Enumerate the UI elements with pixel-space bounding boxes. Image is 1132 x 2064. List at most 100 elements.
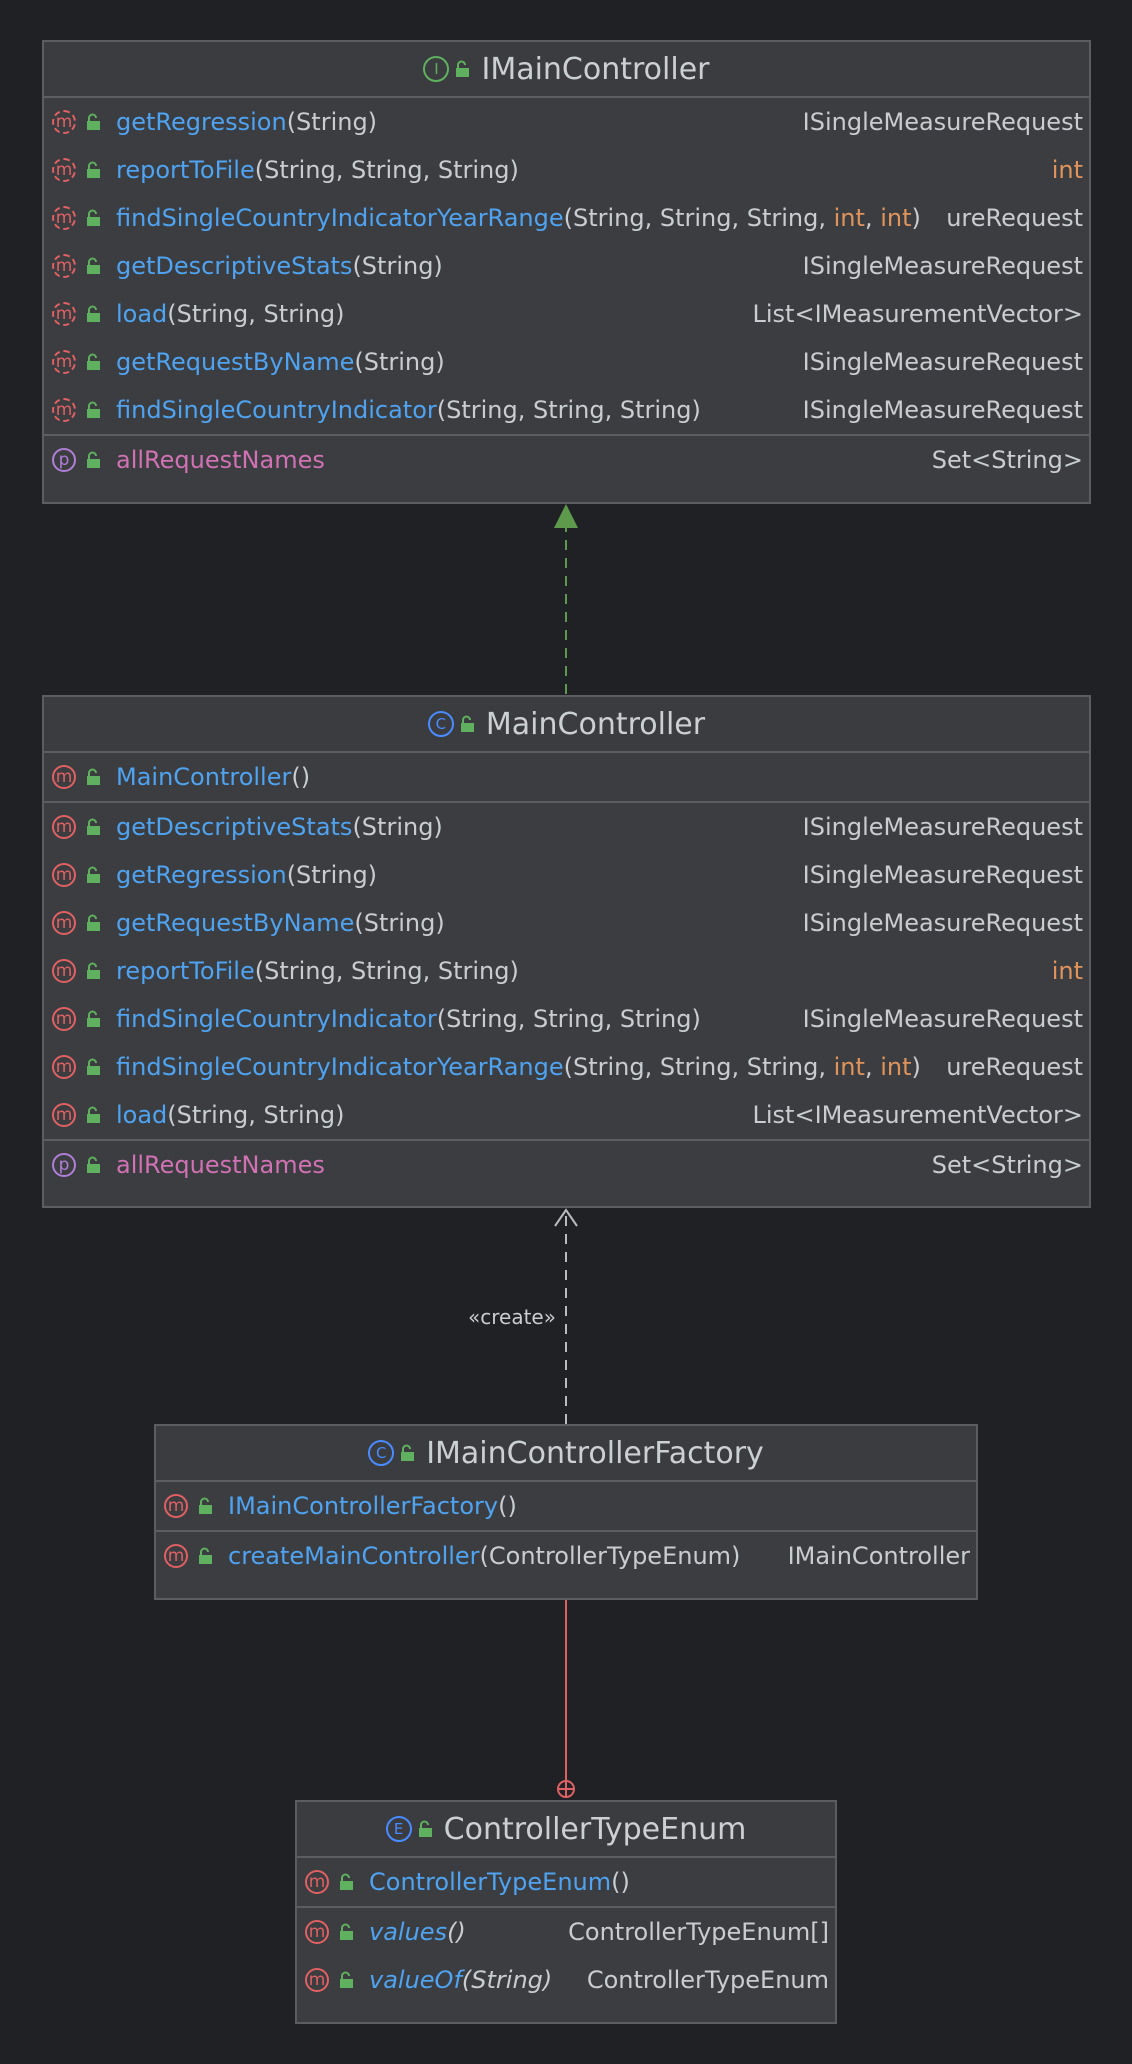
method-row[interactable]: m findSingleCountryIndicator(String, Stri… [44, 995, 1089, 1043]
method-row[interactable]: m findSingleCountryIndicatorYearRange(Str… [44, 194, 1089, 242]
method-row[interactable]: m createMainController(ControllerTypeEnum… [156, 1532, 976, 1580]
public-visibility-icon [87, 113, 100, 130]
public-visibility-icon [340, 1873, 353, 1890]
method-row[interactable]: m getRegression(String) ISingleMeasureRequ… [44, 98, 1089, 146]
member-signature: load(String, String) [116, 1101, 741, 1129]
property-name: allRequestNames [116, 1151, 325, 1179]
return-type: ISingleMeasureRequest [802, 1005, 1083, 1033]
method-row[interactable]: m load(String, String) List<IMeasurementVe… [44, 1091, 1089, 1139]
class-box-maincontroller[interactable]: C MainController m MainController() m getDesc… [42, 695, 1091, 1208]
method-row[interactable]: m reportToFile(String, String, String) int [44, 947, 1089, 995]
member-section: m values() ControllerTypeEnum[] m valueOf(St… [297, 1908, 835, 2004]
method-name: reportToFile [116, 957, 255, 985]
method-row[interactable]: m getRequestByName(String) ISingleMeasureR… [44, 338, 1089, 386]
return-type: ISingleMeasureRequest [802, 909, 1083, 937]
method-params: (String, String) [167, 1101, 345, 1129]
public-visibility-icon [87, 161, 100, 178]
return-type: ISingleMeasureRequest [802, 252, 1083, 280]
public-visibility-icon [87, 1010, 100, 1027]
member-signature: getDescriptiveStats(String) [116, 813, 791, 841]
class-box-imaincontroller[interactable]: I IMainController m getRegression(String) IS… [42, 40, 1091, 504]
property-icon: p [52, 448, 76, 472]
return-type: ureRequest [946, 1053, 1083, 1081]
abstract-method-icon: m [52, 398, 76, 422]
member-signature: allRequestNames [116, 1151, 920, 1179]
public-visibility-icon [87, 866, 100, 883]
property-row[interactable]: p allRequestNames Set<String> [44, 436, 1089, 484]
method-name: findSingleCountryIndicator [116, 396, 437, 424]
method-params: (ControllerTypeEnum) [479, 1542, 741, 1570]
public-visibility-icon [87, 914, 100, 931]
method-params: (String) [352, 252, 443, 280]
return-type: Set<String> [931, 446, 1083, 474]
method-icon: m [52, 765, 76, 789]
method-params: (String) [354, 348, 445, 376]
method-row[interactable]: m findSingleCountryIndicator(String, Stri… [44, 386, 1089, 434]
method-params: () [291, 763, 311, 791]
method-row[interactable]: m MainController() [44, 753, 1089, 801]
public-visibility-icon [87, 818, 100, 835]
member-section: p allRequestNames Set<String> [44, 1141, 1089, 1189]
public-visibility-icon [456, 60, 470, 77]
public-visibility-icon [87, 768, 100, 785]
public-visibility-icon [340, 1923, 353, 1940]
method-name: load [116, 1101, 168, 1129]
method-row[interactable]: m getDescriptiveStats(String) ISingleMeasu… [44, 242, 1089, 290]
method-name: ControllerTypeEnum [369, 1868, 612, 1896]
interface-kind-icon: I [423, 56, 450, 82]
public-visibility-icon [87, 1156, 100, 1173]
property-name: allRequestNames [116, 446, 325, 474]
public-visibility-icon [199, 1547, 212, 1564]
method-row[interactable]: m getRequestByName(String) ISingleMeasureR… [44, 899, 1089, 947]
method-icon: m [52, 815, 76, 839]
method-name: getDescriptiveStats [116, 813, 353, 841]
member-signature: getRequestByName(String) [116, 348, 791, 376]
member-section: m getDescriptiveStats(String) ISingleMeasu… [44, 803, 1089, 1141]
member-section: m ControllerTypeEnum() [297, 1858, 835, 1908]
return-type: ISingleMeasureRequest [802, 348, 1083, 376]
member-signature: allRequestNames [116, 446, 920, 474]
member-signature: getDescriptiveStats(String) [116, 252, 791, 280]
property-icon: p [52, 1153, 76, 1177]
member-signature: valueOf(String) [369, 1966, 575, 1994]
class-header: E ControllerTypeEnum [297, 1802, 835, 1858]
class-name: IMainControllerFactory [426, 1435, 764, 1471]
method-row[interactable]: m getRegression(String) ISingleMeasureRequ… [44, 851, 1089, 899]
method-row[interactable]: m valueOf(String) ControllerTypeEnum [297, 1956, 835, 2004]
method-params: (String, String, String) [254, 156, 519, 184]
method-icon: m [52, 959, 76, 983]
method-params: int [880, 204, 912, 232]
method-icon: m [164, 1544, 188, 1568]
property-row[interactable]: p allRequestNames Set<String> [44, 1141, 1089, 1189]
method-name: reportToFile [116, 156, 255, 184]
create-stereotype-label: «create» [468, 1305, 556, 1329]
method-icon: m [305, 1920, 329, 1944]
method-params: , [864, 1053, 881, 1081]
method-name: values [369, 1918, 448, 1946]
return-type: ControllerTypeEnum [586, 1966, 829, 1994]
method-row[interactable]: m IMainControllerFactory() [156, 1482, 976, 1530]
class-name: ControllerTypeEnum [443, 1811, 747, 1847]
class-box-imaincontrollerfactory[interactable]: C IMainControllerFactory m IMainControllerF… [154, 1424, 978, 1600]
method-params: ) [911, 1053, 921, 1081]
method-row[interactable]: m findSingleCountryIndicatorYearRange(Str… [44, 1043, 1089, 1091]
method-row[interactable]: m ControllerTypeEnum() [297, 1858, 835, 1906]
method-row[interactable]: m reportToFile(String, String, String) int [44, 146, 1089, 194]
return-type: List<IMeasurementVector> [752, 1101, 1084, 1129]
abstract-method-icon: m [52, 302, 76, 326]
method-params: (String, String, String, [563, 204, 834, 232]
method-row[interactable]: m getDescriptiveStats(String) ISingleMeasu… [44, 803, 1089, 851]
return-type: ISingleMeasureRequest [802, 813, 1083, 841]
method-row[interactable]: m load(String, String) List<IMeasurementVe… [44, 290, 1089, 338]
class-box-controllertypeenum[interactable]: E ControllerTypeEnum m ControllerTypeEnum()… [295, 1800, 837, 2024]
abstract-method-icon: m [52, 350, 76, 374]
method-params: () [611, 1868, 630, 1896]
method-params: ) [911, 204, 921, 232]
enum-kind-icon: E [385, 1816, 412, 1842]
member-signature: reportToFile(String, String, String) [116, 957, 1040, 985]
method-icon: m [52, 1055, 76, 1079]
member-signature: getRequestByName(String) [116, 909, 791, 937]
method-row[interactable]: m values() ControllerTypeEnum[] [297, 1908, 835, 1956]
method-params: (String, String, String) [436, 1005, 701, 1033]
public-visibility-icon [401, 1444, 415, 1461]
